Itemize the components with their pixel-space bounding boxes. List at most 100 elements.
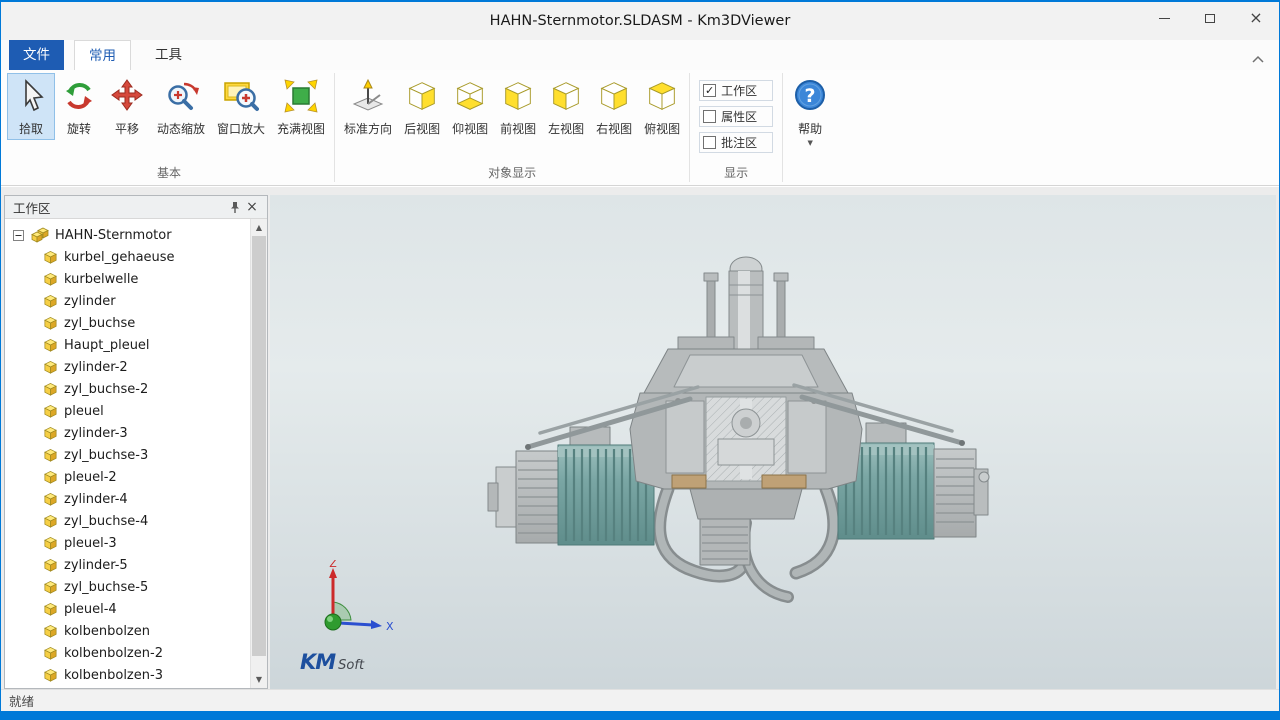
part-icon: [43, 360, 58, 375]
checkbox-box: ✓: [703, 84, 716, 97]
tree-item-label: kolbenbolzen: [64, 624, 150, 639]
viewport-3d[interactable]: Z X KM Soft: [270, 195, 1276, 689]
help-dropdown-icon[interactable]: ▼: [807, 140, 812, 147]
tree-item-zyl_buchse[interactable]: zyl_buchse: [5, 312, 250, 334]
part-icon: [43, 514, 58, 529]
tree-item-pleuel-4[interactable]: pleuel-4: [5, 598, 250, 620]
z-axis-label: Z: [329, 560, 337, 570]
tree-item-pleuel-2[interactable]: pleuel-2: [5, 466, 250, 488]
cube-top-icon: [644, 78, 680, 114]
cube-right-button[interactable]: 右视图: [590, 73, 638, 140]
statusbar: 就绪: [1, 689, 1279, 711]
cube-back-icon: [404, 78, 440, 114]
ribbon-group-views: 标准方向 后视图 仰视图 前视图 左视图 右视图 俯视图 对象显示: [336, 70, 688, 185]
cube-right-icon: [596, 78, 632, 114]
help-label: 帮助: [798, 120, 822, 137]
checkbox-工作区[interactable]: ✓工作区: [699, 80, 773, 101]
pick-button[interactable]: 拾取: [7, 73, 55, 140]
zoom-dynamic-button[interactable]: 动态缩放: [151, 73, 211, 140]
tree-item-zylinder[interactable]: zylinder: [5, 290, 250, 312]
cube-bottom-icon: [452, 78, 488, 114]
pin-button[interactable]: [225, 198, 243, 216]
minimize-button[interactable]: [1141, 2, 1187, 34]
pan-icon: [109, 78, 145, 114]
close-button[interactable]: ×: [1233, 2, 1279, 34]
tree-root-node[interactable]: HAHN-Sternmotor: [5, 224, 250, 246]
tree-item-label: zylinder: [64, 294, 116, 309]
button-label: 右视图: [596, 120, 632, 137]
checkbox-box: [703, 136, 716, 149]
tree-item-label: zyl_buchse-4: [64, 514, 148, 529]
scroll-thumb[interactable]: [252, 236, 266, 656]
pan-button[interactable]: 平移: [103, 73, 151, 140]
help-icon: ?: [792, 78, 828, 114]
tree-item-kurbel_gehaeuse[interactable]: kurbel_gehaeuse: [5, 246, 250, 268]
tree-item-label: zylinder-4: [64, 492, 128, 507]
tree-item-label: zylinder-2: [64, 360, 128, 375]
part-icon: [43, 404, 58, 419]
tree-item-zyl_buchse-4[interactable]: zyl_buchse-4: [5, 510, 250, 532]
logo-soft-text: Soft: [338, 658, 364, 673]
scroll-down-icon[interactable]: ▼: [251, 671, 267, 688]
tree-item-pleuel-3[interactable]: pleuel-3: [5, 532, 250, 554]
cube-front-button[interactable]: 前视图: [494, 73, 542, 140]
window-border-top: [0, 0, 1280, 2]
cube-bottom-button[interactable]: 仰视图: [446, 73, 494, 140]
fit-view-button[interactable]: 充满视图: [271, 73, 331, 140]
display-checkboxes: ✓工作区属性区批注区: [691, 70, 781, 164]
tree-item-kolbenbolzen-3[interactable]: kolbenbolzen-3: [5, 664, 250, 686]
tree-item-Haupt_pleuel[interactable]: Haupt_pleuel: [5, 334, 250, 356]
panel-close-icon: ×: [246, 200, 258, 214]
button-label: 拾取: [19, 120, 43, 137]
cube-back-button[interactable]: 后视图: [398, 73, 446, 140]
tree-item-label: zylinder-3: [64, 426, 128, 441]
button-label: 平移: [115, 120, 139, 137]
tree-item-label: Haupt_pleuel: [64, 338, 150, 353]
collapse-expander-icon[interactable]: [13, 230, 24, 241]
cube-front-icon: [500, 78, 536, 114]
part-icon: [43, 338, 58, 353]
tab-tools[interactable]: 工具: [141, 40, 196, 70]
tree-item-zyl_buchse-2[interactable]: zyl_buchse-2: [5, 378, 250, 400]
window-title: HAHN-Sternmotor.SLDASM - Km3DViewer: [151, 2, 1129, 40]
cube-left-button[interactable]: 左视图: [542, 73, 590, 140]
checkbox-批注区[interactable]: 批注区: [699, 132, 773, 153]
part-icon: [43, 602, 58, 617]
ribbon-group-display: ✓工作区属性区批注区 显示: [691, 70, 781, 185]
tree-item-kurbelwelle[interactable]: kurbelwelle: [5, 268, 250, 290]
part-icon: [43, 536, 58, 551]
tree-item-zylinder-3[interactable]: zylinder-3: [5, 422, 250, 444]
orientation-button[interactable]: 标准方向: [338, 73, 398, 140]
tab-file[interactable]: 文件: [9, 40, 64, 70]
checkbox-label: 批注区: [721, 134, 757, 151]
tree-item-zylinder-2[interactable]: zylinder-2: [5, 356, 250, 378]
tree-item-label: pleuel-4: [64, 602, 117, 617]
help-button[interactable]: ? 帮助 ▼: [786, 73, 834, 150]
tree-item-zylinder-4[interactable]: zylinder-4: [5, 488, 250, 510]
tree-item-pleuel[interactable]: pleuel: [5, 400, 250, 422]
ribbon-collapse-button[interactable]: [1251, 50, 1265, 60]
tree-item-kolbenbolzen[interactable]: kolbenbolzen: [5, 620, 250, 642]
cube-left-icon: [548, 78, 584, 114]
assembly-icon: [31, 227, 49, 243]
cube-top-button[interactable]: 俯视图: [638, 73, 686, 140]
svg-text:?: ?: [805, 85, 816, 107]
button-label: 俯视图: [644, 120, 680, 137]
rotate-button[interactable]: 旋转: [55, 73, 103, 140]
scroll-up-icon[interactable]: ▲: [251, 219, 267, 236]
zoom-window-button[interactable]: 窗口放大: [211, 73, 271, 140]
tree-scrollbar[interactable]: ▲ ▼: [250, 219, 267, 688]
part-icon: [43, 294, 58, 309]
tree-item-zyl_buchse-3[interactable]: zyl_buchse-3: [5, 444, 250, 466]
maximize-button[interactable]: [1187, 2, 1233, 34]
tab-home[interactable]: 常用: [74, 40, 131, 70]
panel-close-button[interactable]: ×: [243, 198, 261, 216]
button-label: 仰视图: [452, 120, 488, 137]
axis-triad: Z X: [295, 560, 395, 650]
button-label: 充满视图: [277, 120, 325, 137]
tree-item-zylinder-5[interactable]: zylinder-5: [5, 554, 250, 576]
tree-item-zyl_buchse-5[interactable]: zyl_buchse-5: [5, 576, 250, 598]
tree-item-kolbenbolzen-2[interactable]: kolbenbolzen-2: [5, 642, 250, 664]
part-icon: [43, 558, 58, 573]
checkbox-属性区[interactable]: 属性区: [699, 106, 773, 127]
